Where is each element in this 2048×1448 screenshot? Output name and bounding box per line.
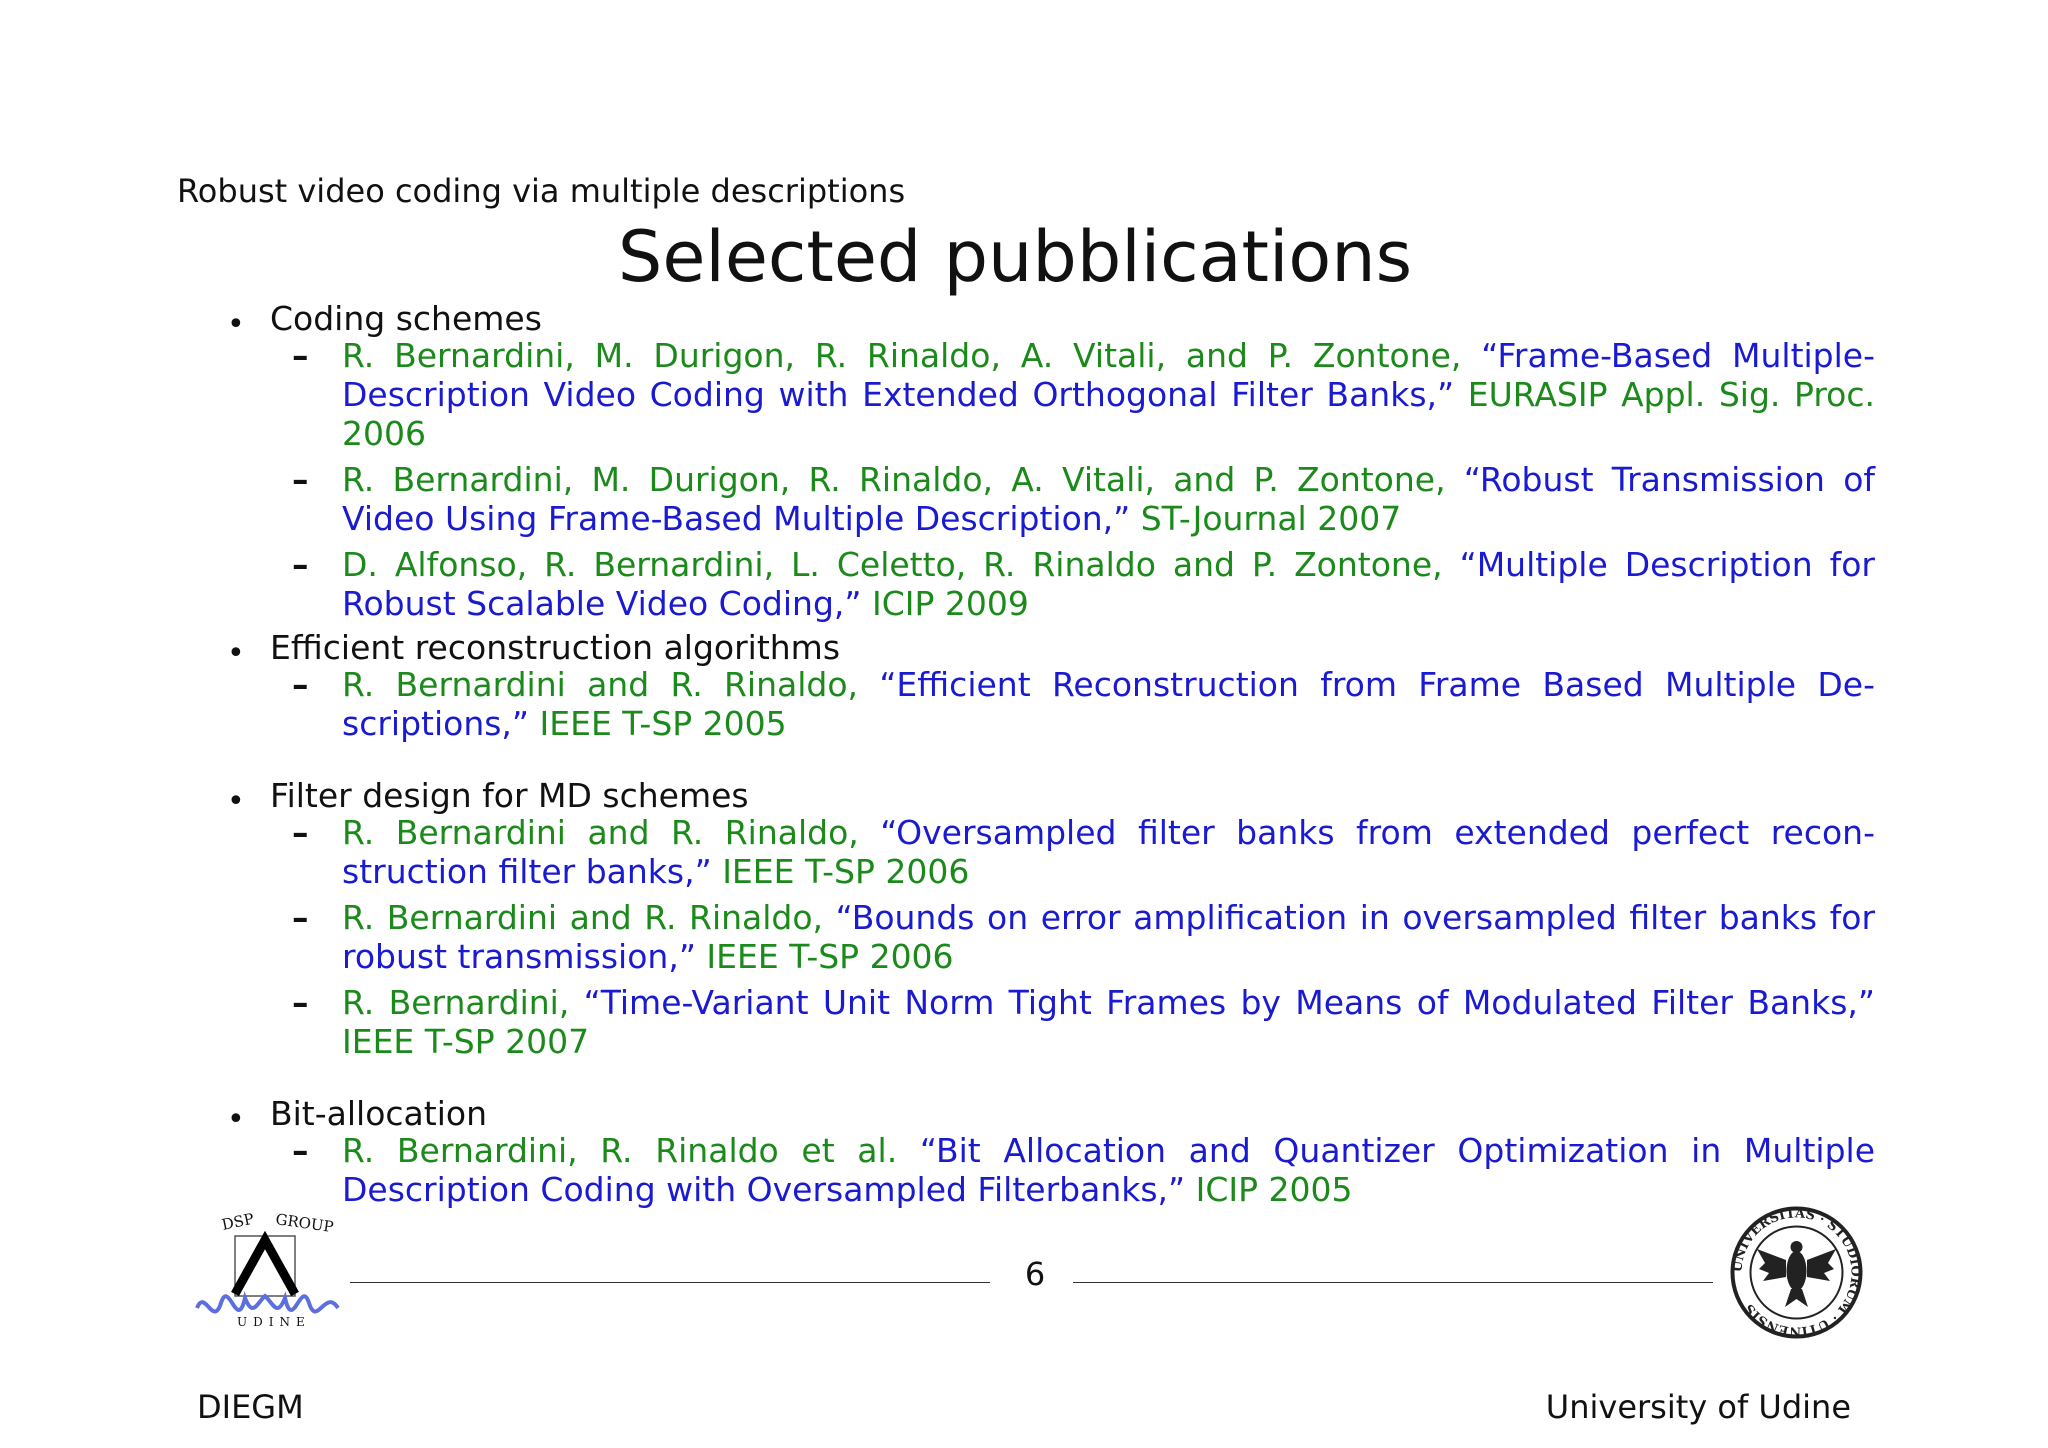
bullet-icon: • [227, 307, 245, 342]
publication-authors: R. Bernardini, R. Rinaldo et al. [342, 1131, 898, 1170]
publication-title: “Time-Variant Unit Norm Tight Frames by … [583, 983, 1875, 1022]
dash-icon: – [292, 898, 309, 937]
publication-entry: – R. Bernardini and R. Rinaldo, “Bounds … [270, 898, 1875, 976]
section-bit-allocation: • Bit-allocation – R. Bernardini, R. Rin… [215, 1094, 1875, 1210]
publication-authors: R. Bernardini and R. Rinaldo, [342, 665, 859, 704]
publication-authors: R. Bernardini, M. Durigon, R. Rinaldo, A… [342, 336, 1462, 375]
publication-venue: IEEE T-SP 2006 [706, 937, 954, 976]
bullet-icon: • [227, 636, 245, 671]
publication-venue: ICIP 2005 [1195, 1170, 1353, 1209]
publication-entry: – R. Bernardini, “Time-Variant Unit Norm… [270, 983, 1875, 1061]
dash-icon: – [292, 813, 309, 852]
publication-entry: – R. Bernardini, R. Rinaldo et al. “Bit … [270, 1131, 1875, 1209]
footer-department: DIEGM [197, 1388, 304, 1426]
logo-wave-icon [195, 1291, 340, 1314]
dash-icon: – [292, 665, 309, 704]
publication-authors: R. Bernardini and R. Rinaldo, [342, 898, 824, 937]
slide-subtitle: Robust video coding via multiple descrip… [177, 172, 906, 210]
publication-entry: – R. Bernardini and R. Rinaldo, “Efficie… [270, 665, 1875, 743]
section-heading: Efficient reconstruction algorithms [270, 628, 841, 667]
section-heading: Filter design for MD schemes [270, 776, 749, 815]
eagle-icon [1757, 1241, 1836, 1307]
publication-authors: R. Bernardini and R. Rinaldo, [342, 813, 859, 852]
publication-venue: IEEE T-SP 2007 [342, 1022, 590, 1061]
bullet-icon: • [227, 1102, 245, 1137]
publication-authors: D. Alfonso, R. Bernardini, L. Celetto, R… [342, 545, 1443, 584]
university-seal-logo: UNIVERSITAS · STUDIORUM · UTINENSIS [1730, 1206, 1862, 1338]
publication-venue: ICIP 2009 [871, 584, 1029, 623]
dash-icon: – [292, 1131, 309, 1170]
footer-university: University of Udine [1545, 1388, 1851, 1426]
publication-list: • Coding schemes – R. Bernardini, M. Dur… [215, 302, 1875, 1216]
footer-rule-right [1073, 1282, 1713, 1283]
section-heading: Bit-allocation [270, 1094, 487, 1133]
dash-icon: – [292, 336, 309, 375]
publication-entry: – D. Alfonso, R. Bernardini, L. Celetto,… [270, 545, 1875, 623]
publication-authors: R. Bernardini, [342, 983, 570, 1022]
section-coding-schemes: • Coding schemes – R. Bernardini, M. Dur… [215, 299, 1875, 624]
publication-venue: IEEE T-SP 2005 [539, 704, 787, 743]
dash-icon: – [292, 545, 309, 584]
publication-authors: R. Bernardini, M. Durigon, R. Rinaldo, A… [342, 460, 1446, 499]
section-heading: Coding schemes [270, 299, 542, 338]
dsp-group-logo-text-right: GROUP [274, 1210, 334, 1236]
publication-entry: – R. Bernardini and R. Rinaldo, “Oversam… [270, 813, 1875, 891]
publication-entry: – R. Bernardini, M. Durigon, R. Rinaldo,… [270, 460, 1875, 538]
dsp-group-logo: DSP GROUP UDINE [195, 1210, 340, 1329]
dsp-group-logo-udine-text: UDINE [237, 1315, 311, 1329]
section-filter-design: • Filter design for MD schemes – R. Bern… [215, 776, 1875, 1062]
publication-venue: IEEE T-SP 2006 [722, 852, 970, 891]
dash-icon: – [292, 460, 309, 499]
section-reconstruction: • Efficient reconstruction algorithms – … [215, 628, 1875, 744]
dash-icon: – [292, 983, 309, 1022]
footer-rule-left [350, 1282, 990, 1283]
dsp-group-logo-text-left: DSP [220, 1210, 255, 1234]
bullet-icon: • [227, 784, 245, 819]
slide-title: Selected pubblications [617, 216, 1413, 298]
page-number: 6 [1024, 1255, 1046, 1293]
logo-chevron-icon [231, 1230, 299, 1297]
publication-entry: – R. Bernardini, M. Durigon, R. Rinaldo,… [270, 336, 1875, 453]
publication-venue: ST-Journal 2007 [1140, 499, 1402, 538]
